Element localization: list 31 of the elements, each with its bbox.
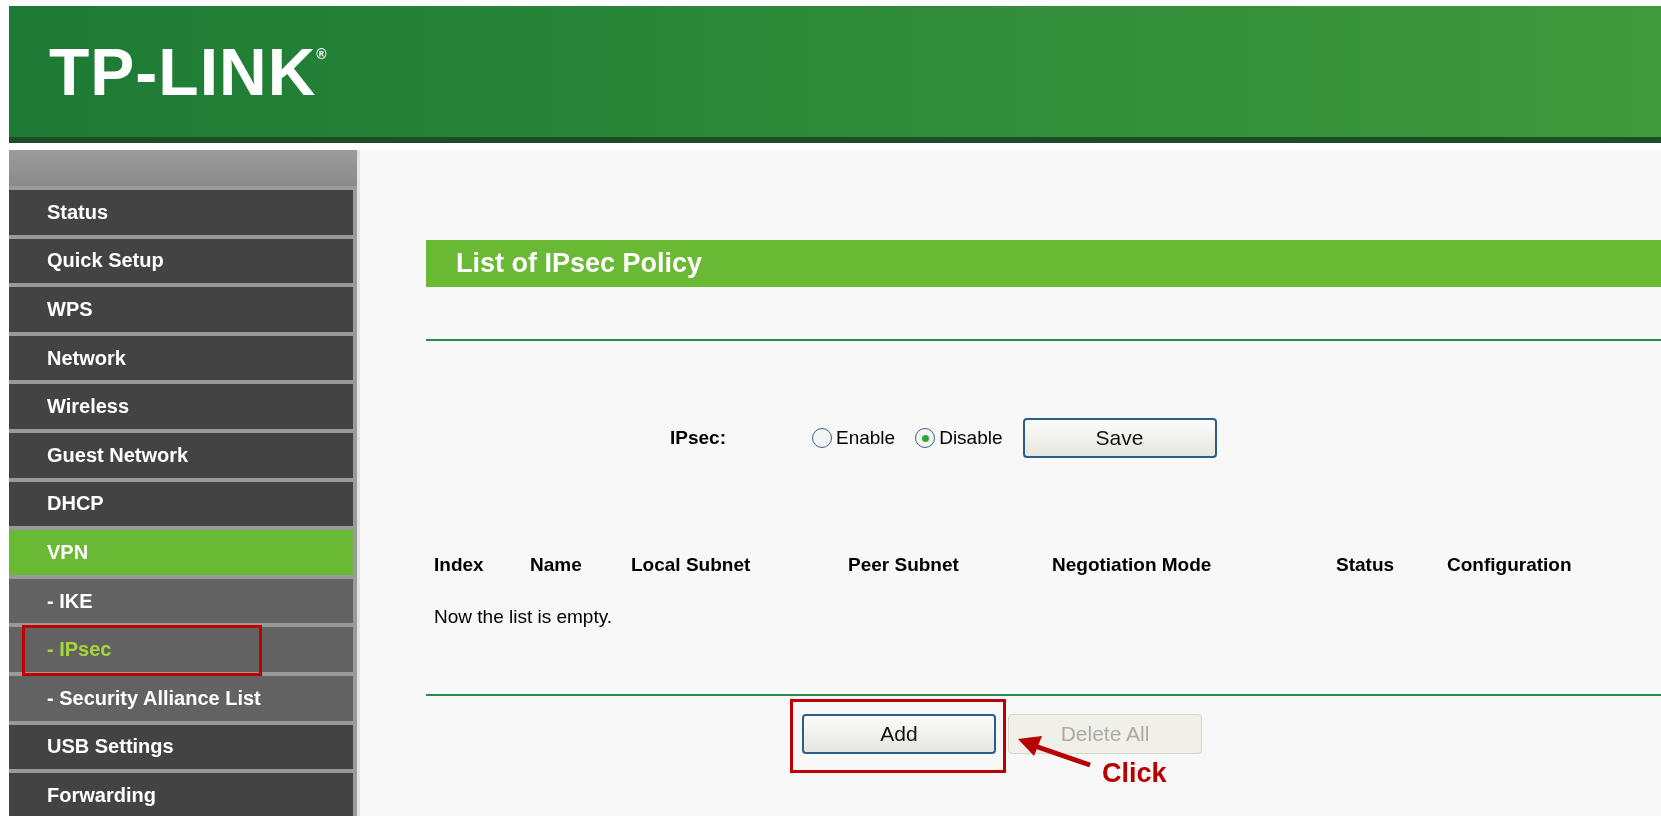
column-header: Name xyxy=(530,554,583,576)
column-header: Status xyxy=(1336,554,1396,576)
radio-icon[interactable] xyxy=(812,428,832,448)
action-button[interactable]: Add xyxy=(802,714,996,754)
sidebar-item[interactable]: Guest Network xyxy=(9,432,353,478)
sidebar-item[interactable]: Status xyxy=(9,190,353,235)
column-header: Configuration xyxy=(1447,554,1573,576)
column-header: Local Subnet xyxy=(631,554,752,576)
callout-text: Click xyxy=(1102,758,1167,789)
radio-option[interactable]: Disable xyxy=(915,427,1003,449)
empty-message: Now the list is empty. xyxy=(434,606,614,628)
sidebar-item[interactable]: Network xyxy=(9,335,353,381)
sidebar-subitem[interactable]: - IKE xyxy=(9,578,353,624)
ipsec-label: IPsec: xyxy=(670,427,727,449)
page-title: List of IPsec Policy xyxy=(426,240,1661,287)
sidebar-subitem[interactable]: - Security Alliance List xyxy=(9,675,353,721)
save-button[interactable]: Save xyxy=(1022,418,1217,458)
sidebar-item[interactable]: DHCP xyxy=(9,481,353,527)
logo: TP-LINK$^{®}$ xyxy=(49,33,328,110)
sidebar-item[interactable]: Wireless xyxy=(9,384,353,429)
sidebar-item[interactable]: Quick Setup xyxy=(9,238,353,284)
sidebar-item[interactable]: Forwarding xyxy=(9,773,353,816)
radio-label: Disable xyxy=(939,427,1003,449)
column-header: Index xyxy=(434,554,485,576)
sidebar-item[interactable]: WPS xyxy=(9,287,353,332)
sidebar-item[interactable]: USB Settings xyxy=(9,724,353,770)
radio-option[interactable]: Enable xyxy=(812,427,896,449)
column-header: Peer Subnet xyxy=(848,554,960,576)
radio-icon[interactable] xyxy=(915,428,936,448)
column-header: Negotiation Mode xyxy=(1052,554,1213,576)
radio-label: Enable xyxy=(836,427,896,449)
